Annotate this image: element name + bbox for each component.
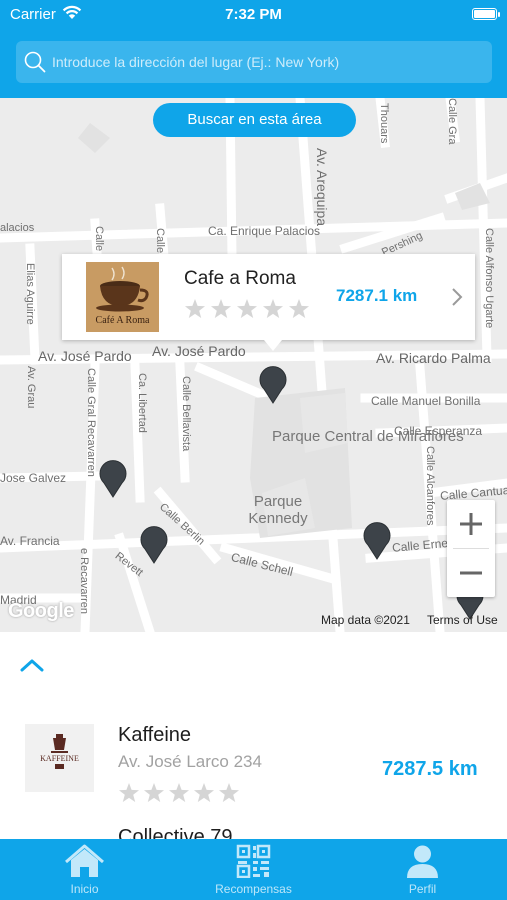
map-view[interactable]: alacios Ca. Enrique Palacios Av. Arequip… <box>0 98 507 632</box>
tab-perfil[interactable]: Perfil <box>338 839 507 900</box>
street-label: Calle Manuel Bonilla <box>371 394 481 408</box>
street-label: Calle Alcanfores <box>424 446 436 526</box>
place-logo: Café A Roma <box>86 262 159 332</box>
place-distance: 7287.5 km <box>382 758 478 780</box>
google-watermark: Google <box>8 600 74 622</box>
places-list-panel: KAFFEINE Kaffeine Av. José Larco 234 728… <box>0 632 507 840</box>
street-label: Calle Bellavista <box>180 376 192 452</box>
terms-of-use-link[interactable]: Terms of Use <box>427 613 498 627</box>
place-distance: 7287.1 km <box>336 286 418 305</box>
street-label: Thouars <box>378 103 390 144</box>
street-label: Av. José Pardo <box>152 343 246 359</box>
zoom-in-button[interactable] <box>447 500 495 548</box>
street-label: Calle Gra <box>446 98 458 145</box>
tab-bar: Inicio Recompensas Perfil <box>0 839 507 900</box>
place-name: Kaffeine <box>118 724 192 746</box>
search-icon <box>24 51 46 73</box>
street-label: Av. José Pardo <box>38 348 132 364</box>
map-pin[interactable] <box>360 518 394 560</box>
tab-inicio[interactable]: Inicio <box>0 839 169 900</box>
rating-stars <box>185 299 309 318</box>
street-label: alacios <box>0 222 35 234</box>
street-label: Calle <box>154 228 166 254</box>
place-thumbnail: KAFFEINE <box>25 724 94 792</box>
chevron-up-icon[interactable] <box>19 657 45 673</box>
map-pin[interactable] <box>137 522 171 564</box>
user-icon <box>407 845 438 878</box>
street-label: Calle Alfonso Ugarte <box>483 228 495 329</box>
map-pin[interactable] <box>256 362 290 404</box>
map-pin[interactable] <box>96 456 130 498</box>
chevron-right-icon <box>452 288 463 306</box>
search-bar[interactable] <box>16 41 492 83</box>
place-logo-text: Café A Roma <box>95 315 150 326</box>
battery-icon <box>472 8 497 20</box>
street-label: Ca. Libertad <box>136 373 148 433</box>
park-label: Parque Central de Miraflores <box>272 428 464 445</box>
minus-icon <box>460 571 482 575</box>
street-label: Jose Galvez <box>0 471 67 485</box>
rating-stars <box>119 783 239 802</box>
tab-label: Inicio <box>70 882 99 896</box>
zoom-out-button[interactable] <box>447 549 495 597</box>
street-label: Av. Ricardo Palma <box>376 350 491 366</box>
street-label: Av. Arequipa <box>314 148 330 227</box>
status-bar: Carrier 7:32 PM <box>0 0 507 30</box>
map-data-attribution: Map data ©2021 <box>321 613 410 627</box>
header-bar: Carrier 7:32 PM <box>0 0 507 98</box>
search-this-area-button[interactable]: Buscar en esta área <box>153 103 356 137</box>
tab-label: Recompensas <box>215 882 292 896</box>
street-label: e Recavarren <box>78 548 90 615</box>
place-address: Av. José Larco 234 <box>118 752 262 771</box>
place-name: Collective 79 <box>118 826 233 840</box>
home-icon <box>65 844 104 877</box>
street-label: Elias Aguirre <box>24 263 36 325</box>
zoom-controls <box>447 500 495 597</box>
qr-code-icon <box>236 844 271 878</box>
clock: 7:32 PM <box>225 6 282 23</box>
street-label: Ca. Enrique Palacios <box>208 224 321 238</box>
list-item[interactable]: Collective 79 <box>0 826 507 840</box>
place-callout[interactable]: Café A Roma Cafe a Roma 7287.1 km <box>62 254 475 351</box>
street-label: Calle <box>93 226 105 252</box>
park-label: Parque Kennedy <box>248 493 308 527</box>
tab-label: Perfil <box>408 882 437 896</box>
list-item[interactable]: KAFFEINE Kaffeine Av. José Larco 234 728… <box>0 724 507 824</box>
street-label: Av. Grau <box>25 366 37 409</box>
search-input[interactable] <box>52 41 482 83</box>
plus-icon <box>460 513 482 535</box>
street-label: Av. Francia <box>0 534 60 548</box>
place-logo-text: KAFFEINE <box>40 754 79 763</box>
place-name: Cafe a Roma <box>184 268 296 289</box>
tab-recompensas[interactable]: Recompensas <box>169 839 338 900</box>
